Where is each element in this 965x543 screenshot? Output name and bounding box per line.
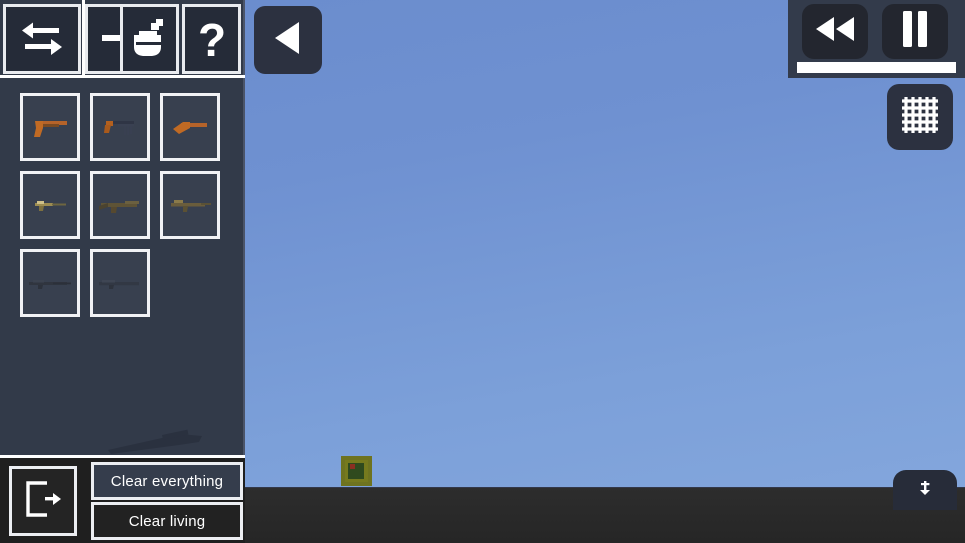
weapon-slot-machine-pistol[interactable]: [90, 93, 150, 161]
question-mark-icon: ?: [195, 15, 229, 63]
speed-bar[interactable]: [797, 62, 956, 73]
weapon-slot-smg[interactable]: [20, 171, 80, 239]
crate-marker: [350, 464, 355, 469]
exit-button[interactable]: [9, 466, 77, 536]
swap-arrows-icon: [19, 21, 65, 57]
grenade-icon: [130, 17, 170, 61]
pause-button[interactable]: [882, 4, 948, 59]
rewind-icon: [814, 16, 856, 47]
weapon-slot-assault-rifle[interactable]: [90, 171, 150, 239]
swap-button[interactable]: [3, 4, 81, 74]
playback-panel: [788, 0, 965, 78]
weapon-grid: [20, 93, 235, 317]
weapon-slot-sniper[interactable]: [20, 249, 80, 317]
sidebar-bottom-bar: Clear everything Clear living: [0, 455, 245, 543]
weapon-sidebar: ? Clear everything Clear living: [0, 0, 245, 543]
crate-entity[interactable]: [341, 456, 372, 486]
sidebar-toolbar: ?: [0, 0, 245, 78]
help-button[interactable]: ?: [182, 4, 241, 74]
exit-icon: [21, 477, 65, 526]
clear-living-button[interactable]: Clear living: [91, 502, 243, 540]
anchor-icon: [918, 480, 932, 501]
weapon-slot-rifle[interactable]: [90, 249, 150, 317]
weapon-preview: [100, 428, 210, 454]
weapon-slot-sawed-off[interactable]: [160, 93, 220, 161]
rewind-button[interactable]: [802, 4, 868, 59]
clear-everything-button[interactable]: Clear everything: [91, 462, 243, 500]
triangle-left-icon: [271, 19, 305, 62]
clear-everything-label: Clear everything: [110, 472, 224, 490]
grenade-button[interactable]: [120, 4, 179, 74]
more-options-button[interactable]: [893, 470, 957, 510]
weapon-slot-pistol[interactable]: [20, 93, 80, 161]
weapon-slot-carbine[interactable]: [160, 171, 220, 239]
back-button[interactable]: [254, 6, 322, 74]
grid-icon: [899, 94, 941, 141]
grid-toggle-button[interactable]: [887, 84, 953, 150]
svg-text:?: ?: [197, 15, 225, 63]
clear-living-label: Clear living: [128, 512, 206, 530]
pause-icon: [900, 11, 930, 52]
